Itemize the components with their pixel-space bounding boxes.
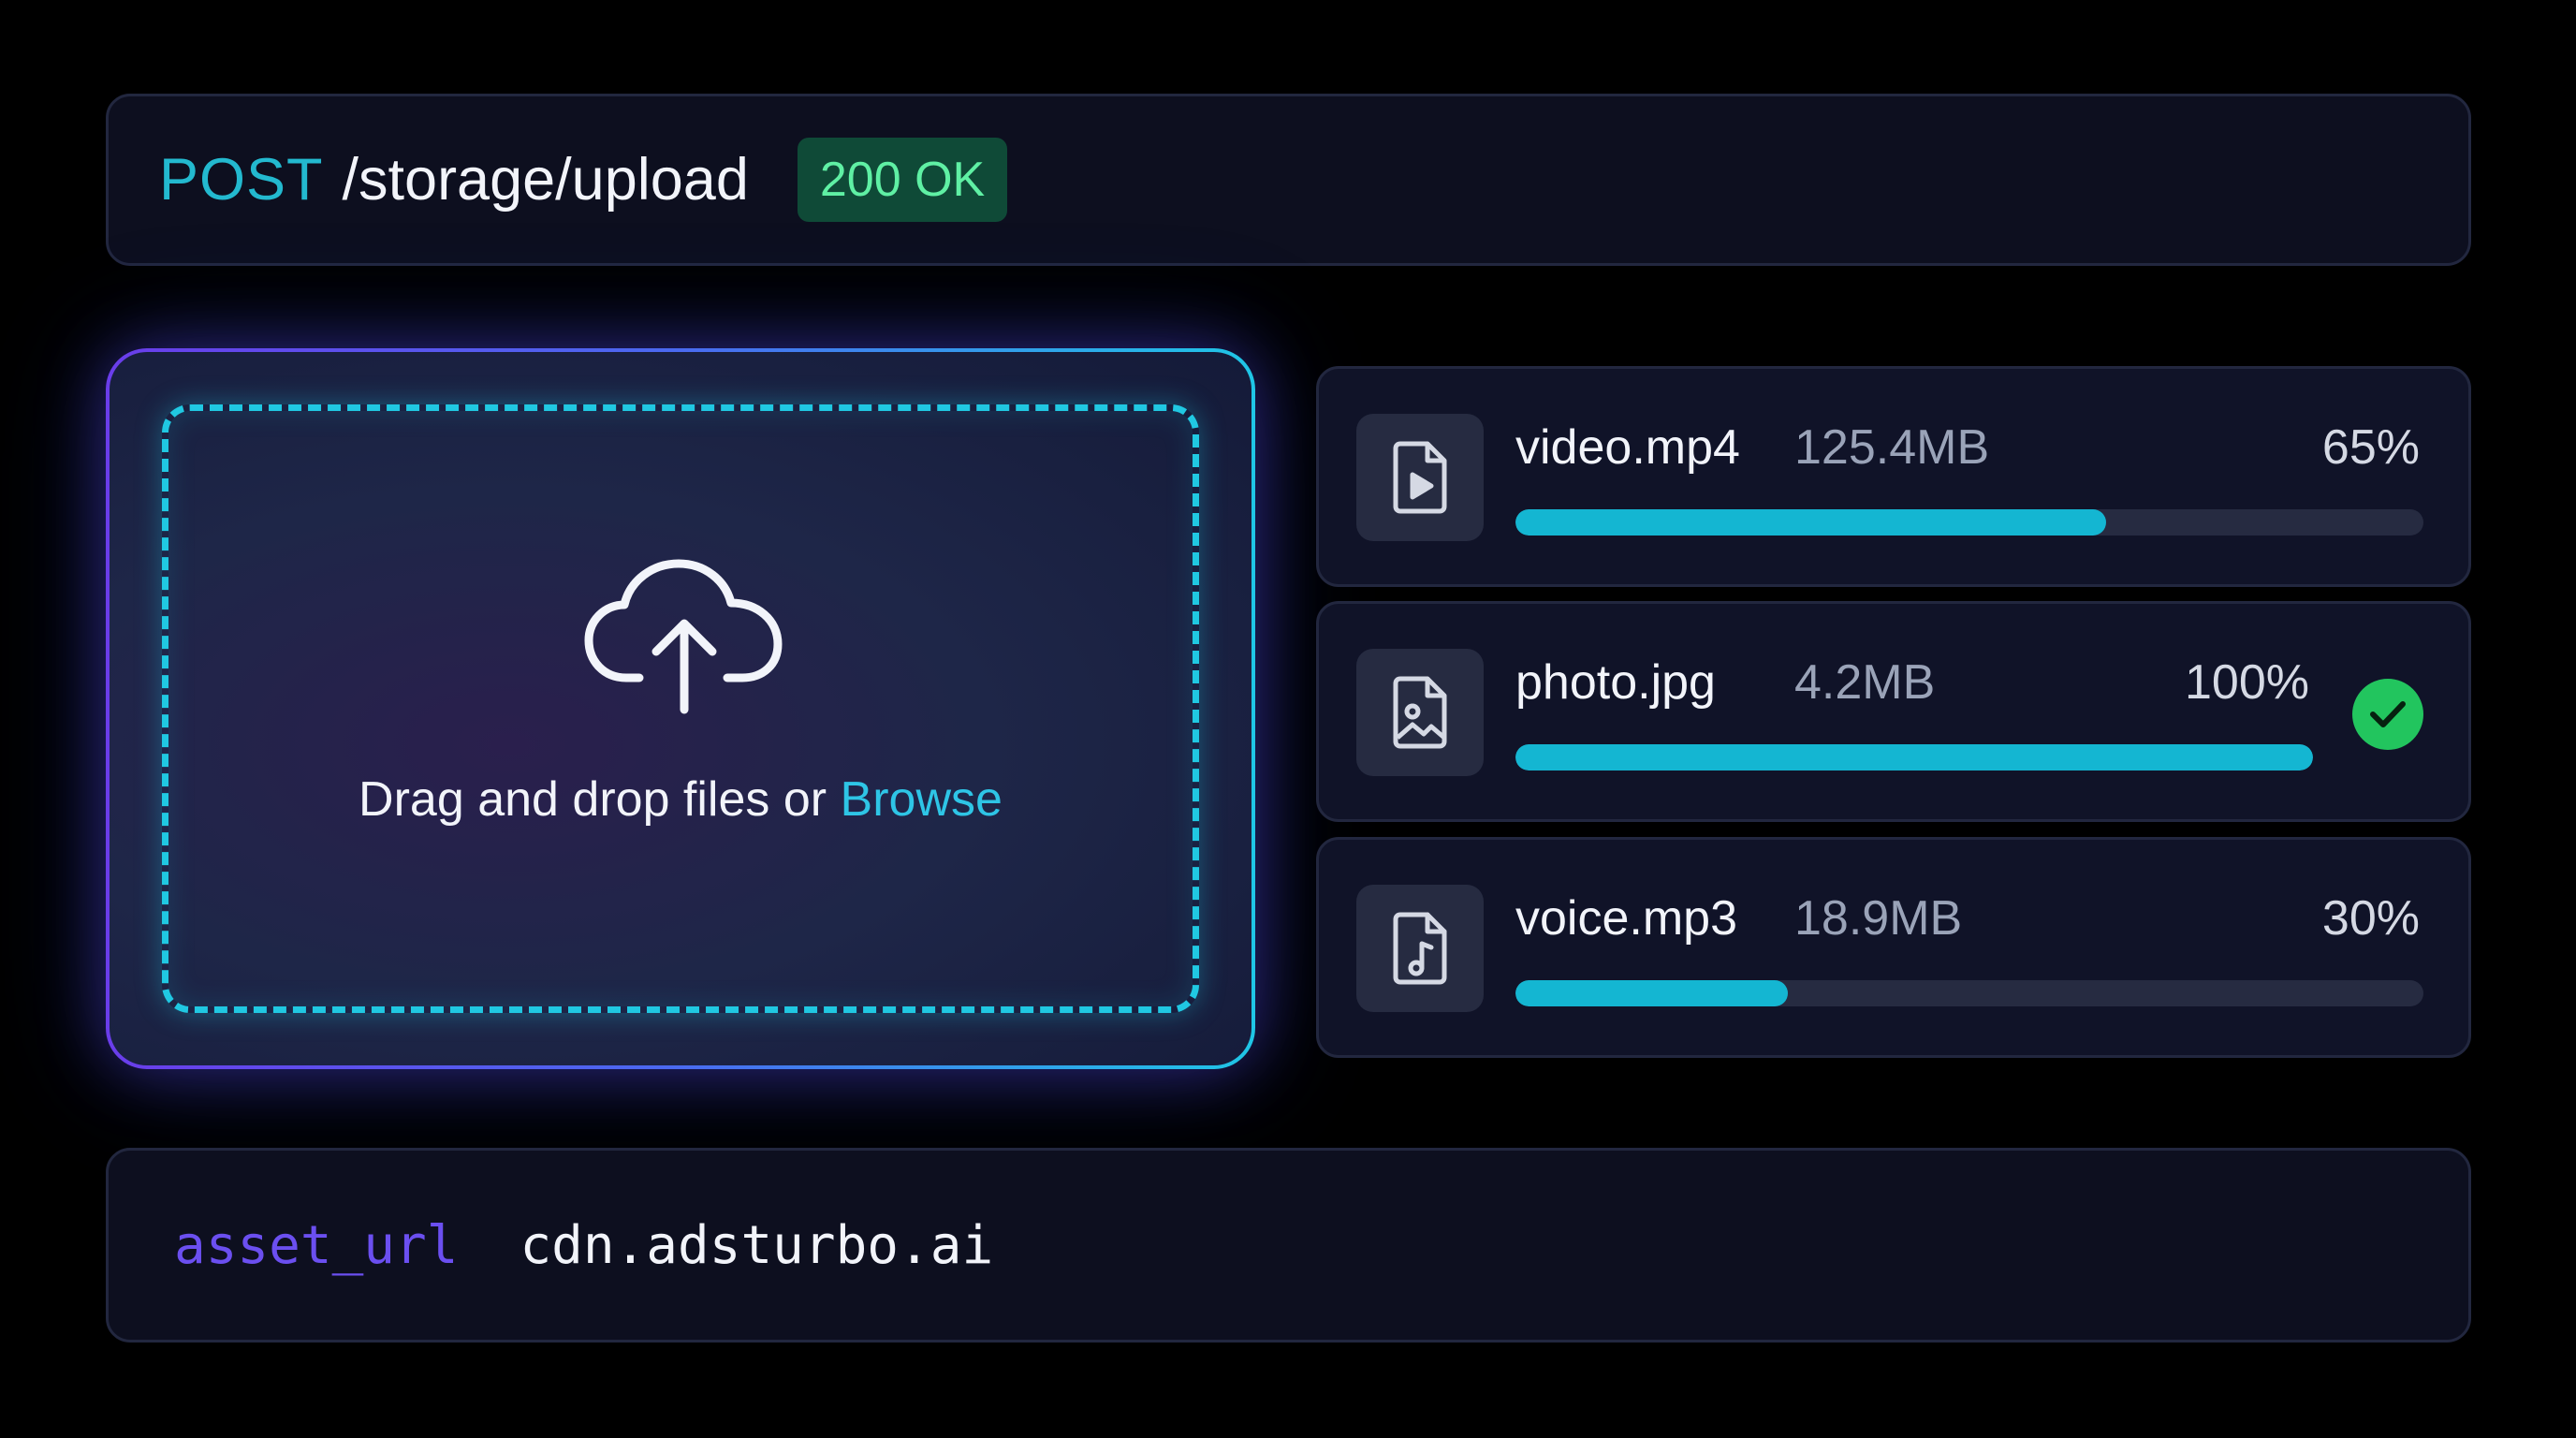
browse-link[interactable]: Browse	[841, 772, 1003, 827]
asset-key: asset_url	[174, 1214, 459, 1276]
progress-fill	[1515, 744, 2313, 770]
progress-bar	[1515, 509, 2423, 536]
file-image-icon	[1356, 649, 1484, 776]
file-audio-icon	[1356, 885, 1484, 1012]
file-upload-item: video.mp4 125.4MB 65%	[1316, 366, 2471, 587]
progress-bar	[1515, 744, 2313, 770]
file-upload-item: voice.mp3 18.9MB 30%	[1316, 837, 2471, 1058]
endpoint-bar: POST /storage/upload 200 OK	[106, 94, 2471, 266]
file-upload-item: photo.jpg 4.2MB 100%	[1316, 601, 2471, 822]
dropzone-panel: Drag and drop files or Browse	[110, 352, 1251, 1065]
progress-bar	[1515, 980, 2423, 1006]
file-name: voice.mp3	[1515, 891, 1737, 946]
dropzone-instructions: Drag and drop files or Browse	[110, 771, 1251, 828]
progress-fill	[1515, 509, 2106, 536]
file-name: photo.jpg	[1515, 655, 1716, 710]
progress-fill	[1515, 980, 1788, 1006]
file-dropzone[interactable]: Drag and drop files or Browse	[106, 348, 1255, 1069]
upload-percent: 65%	[2321, 420, 2420, 475]
upload-cloud-icon	[584, 559, 783, 714]
status-badge: 200 OK	[797, 138, 1008, 222]
asset-url[interactable]: cdn.adsturbo.ai	[520, 1215, 993, 1276]
file-size: 4.2MB	[1794, 655, 1936, 710]
file-name: video.mp4	[1515, 420, 1740, 475]
endpoint-path: /storage/upload	[342, 147, 749, 213]
upload-percent: 30%	[2321, 891, 2420, 946]
http-method: POST	[159, 147, 324, 213]
asset-url-bar: asset_url cdn.adsturbo.ai	[106, 1148, 2471, 1343]
file-video-icon	[1356, 414, 1484, 541]
dropzone-text: Drag and drop files or	[359, 772, 841, 827]
check-circle-icon	[2352, 679, 2423, 750]
file-size: 125.4MB	[1794, 420, 1990, 475]
file-size: 18.9MB	[1794, 891, 1963, 946]
upload-percent: 100%	[2185, 655, 2309, 710]
